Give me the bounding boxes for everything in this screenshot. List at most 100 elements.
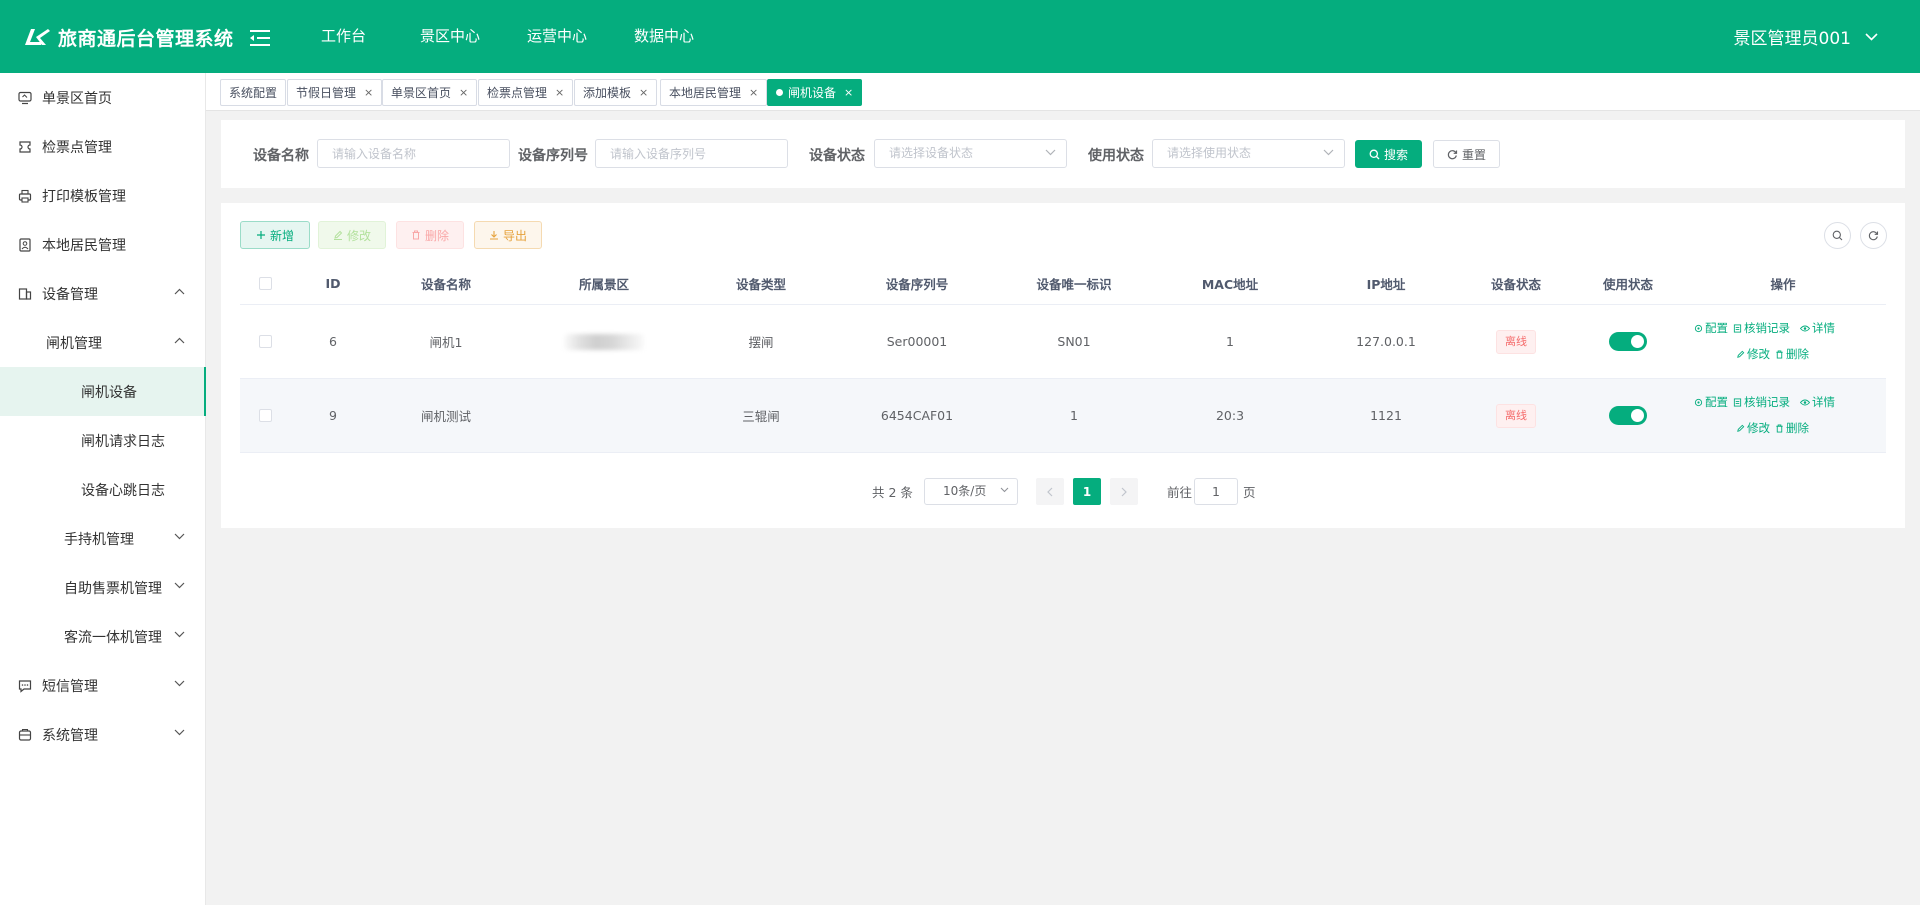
close-icon[interactable]: × bbox=[844, 86, 853, 99]
sidebar-item-handheld[interactable]: 手持机管理 bbox=[0, 514, 205, 563]
sidebar-item-gate-management[interactable]: 闸机管理 bbox=[0, 318, 205, 367]
sidebar-item-device-management[interactable]: 设备管理 bbox=[0, 269, 205, 318]
tag-checkpoint[interactable]: 检票点管理 × bbox=[478, 79, 574, 106]
sidebar-item-label: 闸机管理 bbox=[46, 335, 102, 352]
user-name: 景区管理员001 bbox=[1733, 29, 1851, 49]
search-button[interactable]: 搜索 bbox=[1355, 140, 1422, 168]
cell-actions: 配置 核销记录 详情 修改 删除 bbox=[1680, 379, 1886, 452]
topnav-scenic-center[interactable]: 景区中心 bbox=[420, 0, 480, 73]
tag-label: 闸机设备 bbox=[788, 86, 837, 100]
page-unit-label: 页 bbox=[1243, 485, 1256, 500]
tag-system-config[interactable]: 系统配置 bbox=[220, 79, 287, 106]
cell-device-name: 闸机测试 bbox=[420, 409, 471, 424]
tags-view-bar: 系统配置 节假日管理 × 单景区首页 × 检票点管理 × 添加模板 × 本地居民管理 × … bbox=[206, 73, 1920, 111]
row-checkbox[interactable] bbox=[258, 335, 272, 348]
tag-add-template[interactable]: 添加模板 × bbox=[574, 79, 658, 106]
cell-id: 9 bbox=[329, 408, 337, 423]
header-id: ID bbox=[325, 276, 341, 291]
config-label: 配置 bbox=[1705, 395, 1728, 409]
prev-page-button[interactable] bbox=[1036, 478, 1064, 505]
select-all-checkbox[interactable] bbox=[258, 277, 272, 290]
use-status-label: 使用状态 bbox=[1088, 148, 1144, 164]
brand[interactable]: 旅商通后台管理系统 bbox=[22, 22, 234, 52]
topnav-data-center[interactable]: 数据中心 bbox=[634, 0, 694, 73]
sidebar-item-label: 单景区首页 bbox=[42, 90, 112, 107]
user-menu[interactable]: 景区管理员001 bbox=[1734, 0, 1878, 73]
close-icon[interactable]: × bbox=[749, 86, 758, 99]
toggle-search-button[interactable] bbox=[1824, 222, 1851, 249]
sidebar-item-kiosk[interactable]: 自助售票机管理 bbox=[0, 563, 205, 612]
chevron-up-icon bbox=[174, 288, 185, 295]
topnav-workbench[interactable]: 工作台 bbox=[321, 0, 366, 73]
edit-button[interactable]: 修改 bbox=[318, 221, 386, 249]
sidebar-item-print-template[interactable]: 打印模板管理 bbox=[0, 171, 205, 220]
cell-use-status bbox=[1576, 379, 1680, 452]
topnav-operations-center[interactable]: 运营中心 bbox=[527, 0, 587, 73]
sidebar-item-gate-devices[interactable]: 闸机设备 bbox=[0, 367, 206, 416]
cell-device-status: 离线 bbox=[1456, 379, 1576, 452]
close-icon[interactable]: × bbox=[555, 86, 564, 99]
config-link[interactable]: 配置 bbox=[1694, 320, 1728, 336]
pagination-total: 共 2 条 bbox=[872, 485, 913, 500]
message-icon bbox=[18, 679, 32, 693]
tag-label: 本地居民管理 bbox=[669, 86, 742, 100]
delete-button[interactable]: 删除 bbox=[396, 221, 464, 249]
delete-link[interactable]: 删除 bbox=[1775, 420, 1809, 436]
plus-icon bbox=[256, 231, 265, 239]
records-label: 核销记录 bbox=[1744, 395, 1790, 409]
device-name-input[interactable] bbox=[317, 139, 510, 168]
page-number-button[interactable]: 1 bbox=[1073, 478, 1101, 505]
sidebar-item-gate-request-log[interactable]: 闸机请求日志 bbox=[0, 416, 205, 465]
edit-icon bbox=[1737, 350, 1745, 358]
close-icon[interactable]: × bbox=[364, 86, 373, 99]
gear-icon bbox=[1694, 324, 1703, 332]
edit-icon bbox=[333, 230, 343, 240]
edit-link[interactable]: 修改 bbox=[1736, 420, 1770, 436]
sidebar-item-home[interactable]: 单景区首页 bbox=[0, 73, 205, 122]
page-jump-input[interactable] bbox=[1194, 478, 1238, 505]
records-link[interactable]: 核销记录 bbox=[1733, 394, 1790, 410]
row-checkbox[interactable] bbox=[258, 409, 272, 422]
cell-device-name: 闸机1 bbox=[429, 335, 463, 350]
close-icon[interactable]: × bbox=[639, 86, 648, 99]
detail-link[interactable]: 详情 bbox=[1800, 394, 1835, 410]
sidebar: 单景区首页 检票点管理 打印模板管理 本地居民管理 设备管理 闸机管理 闸机设备… bbox=[0, 73, 206, 905]
sidebar-item-flow-machine[interactable]: 客流一体机管理 bbox=[0, 612, 205, 661]
sidebar-item-system[interactable]: 系统管理 bbox=[0, 710, 205, 759]
cell-scenic bbox=[516, 379, 692, 452]
tag-residents[interactable]: 本地居民管理 × bbox=[660, 79, 768, 106]
tag-gate-devices[interactable]: 闸机设备 × bbox=[767, 79, 863, 106]
tag-holiday[interactable]: 节假日管理 × bbox=[287, 79, 383, 106]
serial-input[interactable] bbox=[595, 139, 788, 168]
delete-link[interactable]: 删除 bbox=[1775, 346, 1809, 362]
add-button[interactable]: 新增 bbox=[240, 221, 310, 249]
use-status-switch[interactable] bbox=[1609, 332, 1647, 351]
edit-link[interactable]: 修改 bbox=[1736, 346, 1770, 362]
config-link[interactable]: 配置 bbox=[1694, 394, 1728, 410]
device-icon bbox=[18, 287, 32, 300]
close-icon[interactable]: × bbox=[459, 86, 468, 99]
print-icon bbox=[18, 189, 32, 203]
page-size-select[interactable]: 10条/页 bbox=[924, 478, 1018, 505]
refresh-table-button[interactable] bbox=[1860, 222, 1887, 249]
export-button[interactable]: 导出 bbox=[474, 221, 542, 249]
records-link[interactable]: 核销记录 bbox=[1733, 320, 1790, 336]
next-page-button[interactable] bbox=[1110, 478, 1138, 505]
use-status-switch[interactable] bbox=[1609, 406, 1647, 425]
use-status-select[interactable]: 请选择使用状态 bbox=[1152, 139, 1345, 168]
sidebar-item-residents[interactable]: 本地居民管理 bbox=[0, 220, 205, 269]
tag-scenic-home[interactable]: 单景区首页 × bbox=[382, 79, 478, 106]
sidebar-item-checkpoint[interactable]: 检票点管理 bbox=[0, 122, 205, 171]
detail-link[interactable]: 详情 bbox=[1800, 320, 1835, 336]
cell-scenic bbox=[516, 305, 692, 378]
menu-collapse-icon[interactable] bbox=[249, 28, 271, 48]
sidebar-item-heartbeat-log[interactable]: 设备心跳日志 bbox=[0, 465, 205, 514]
sidebar-item-label: 本地居民管理 bbox=[42, 237, 126, 254]
reset-button[interactable]: 重置 bbox=[1433, 140, 1500, 168]
cell-mac: 1 bbox=[1226, 334, 1234, 349]
device-status-select[interactable]: 请选择设备状态 bbox=[874, 139, 1067, 168]
sidebar-item-sms[interactable]: 短信管理 bbox=[0, 661, 205, 710]
sidebar-item-label: 系统管理 bbox=[42, 727, 98, 744]
search-icon bbox=[1369, 149, 1380, 159]
refresh-icon bbox=[1868, 231, 1879, 241]
